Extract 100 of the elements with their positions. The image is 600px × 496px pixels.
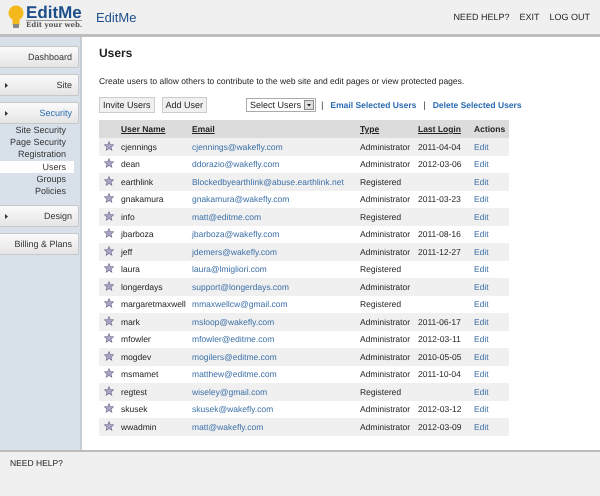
last-login-cell: 2011-10-04 xyxy=(416,366,470,383)
star-icon[interactable] xyxy=(104,158,114,168)
type-cell: Administrator xyxy=(358,348,416,366)
type-cell: Administrator xyxy=(358,243,416,260)
email-link[interactable]: ddorazio@wakefly.com xyxy=(192,159,280,170)
type-cell: Administrator xyxy=(358,418,416,436)
nav-button[interactable]: Billing & Plans xyxy=(0,233,79,256)
star-icon[interactable] xyxy=(104,368,114,378)
type-cell: Registered xyxy=(358,173,416,190)
column-header[interactable]: User Name xyxy=(119,120,190,138)
email-link[interactable]: jbarboza@wakefly.com xyxy=(192,229,280,240)
edit-link[interactable]: Edit xyxy=(474,194,489,204)
page-title: Users xyxy=(99,46,134,60)
nav-subitem[interactable]: Site Security xyxy=(0,124,74,136)
star-icon[interactable] xyxy=(104,298,114,308)
need-help-text[interactable]: NEED HELP? xyxy=(10,458,63,468)
username-cell: wwadmin xyxy=(119,418,190,436)
header-link[interactable]: NEED HELP? xyxy=(453,12,510,22)
email-link[interactable]: laura@lmigliori.com xyxy=(192,264,267,274)
star-icon[interactable] xyxy=(104,350,114,361)
star-icon[interactable] xyxy=(104,420,114,431)
nav-subitem[interactable]: Groups xyxy=(0,172,74,186)
type-cell: Registered xyxy=(358,383,416,400)
nav-button[interactable]: Site xyxy=(0,74,79,96)
star-icon[interactable] xyxy=(104,333,114,344)
select-dropdown[interactable]: Select Users xyxy=(246,98,316,112)
nav-subitem[interactable]: Registration xyxy=(0,148,74,161)
star-icon[interactable] xyxy=(104,140,114,151)
edit-link[interactable]: Edit xyxy=(474,229,489,240)
lightbulb-icon xyxy=(8,5,24,29)
last-login-cell: 2011-04-04 xyxy=(416,138,470,156)
type-cell: Registered xyxy=(358,296,416,313)
nav-subitem[interactable]: Policies xyxy=(0,185,74,198)
last-login-cell: 2011-03-23 xyxy=(416,190,470,208)
star-icon[interactable] xyxy=(104,228,114,238)
email-link[interactable]: mfowler@editme.com xyxy=(192,334,274,344)
last-login-cell: 2012-03-09 xyxy=(416,418,470,436)
column-header[interactable]: Last Login xyxy=(416,120,470,138)
star-icon[interactable] xyxy=(104,403,114,414)
nav-button[interactable]: Design xyxy=(0,205,79,228)
type-cell: Administrator xyxy=(358,313,416,330)
edit-link[interactable]: Edit xyxy=(474,299,489,310)
last-login-cell: 2011-12-27 xyxy=(416,243,470,260)
type-cell: Administrator xyxy=(358,278,416,296)
type-cell: Administrator xyxy=(358,156,416,173)
last-login-cell: 2011-06-17 xyxy=(416,313,470,330)
type-cell: Registered xyxy=(358,260,416,278)
last-login-cell: 2010-05-05 xyxy=(416,348,470,366)
type-cell: Administrator xyxy=(358,226,416,243)
type-cell: Administrator xyxy=(358,190,416,208)
star-icon[interactable] xyxy=(104,316,114,326)
action-button[interactable]: Invite Users xyxy=(99,97,155,113)
action-link[interactable]: Email Selected Users xyxy=(330,100,416,110)
star-icon[interactable] xyxy=(104,263,114,274)
nav-button[interactable]: Dashboard xyxy=(0,46,79,68)
username-cell: earthlink xyxy=(119,173,190,190)
edit-link[interactable]: Edit xyxy=(474,404,489,414)
type-cell: Administrator xyxy=(358,366,416,383)
separator: | xyxy=(423,100,426,110)
edit-link[interactable]: Edit xyxy=(474,334,489,344)
action-button[interactable]: Add User xyxy=(162,97,208,113)
edit-link[interactable]: Edit xyxy=(474,369,489,380)
last-login-cell: 2011-08-16 xyxy=(416,226,470,243)
star-icon[interactable] xyxy=(104,386,114,396)
separator: | xyxy=(321,100,324,110)
header-link[interactable]: LOG OUT xyxy=(549,12,590,22)
nav-subitem[interactable]: Users xyxy=(0,160,74,173)
nav-button[interactable]: Security xyxy=(0,102,79,124)
username-cell: longerdays xyxy=(119,278,190,296)
edit-link[interactable]: Edit xyxy=(474,264,489,274)
column-header[interactable]: Email xyxy=(190,120,358,138)
username-cell: skusek xyxy=(119,400,190,418)
column-header: Actions xyxy=(470,120,509,138)
triangle-icon xyxy=(5,82,8,88)
edit-link[interactable]: Edit xyxy=(474,159,489,170)
type-cell: Administrator xyxy=(358,330,416,348)
page-description: Create users to allow others to contribute to the web site and edit pages or view protected pages. xyxy=(99,76,466,86)
type-cell: Registered xyxy=(358,208,416,226)
nav-subitem[interactable]: Page Security xyxy=(0,136,74,148)
star-icon[interactable] xyxy=(104,193,114,204)
star-icon[interactable] xyxy=(104,176,114,186)
header-link[interactable]: EXIT xyxy=(519,12,540,22)
type-cell: Administrator xyxy=(358,138,416,156)
username-cell: mfowler xyxy=(119,330,190,348)
email-link[interactable]: gnakamura@wakefly.com xyxy=(192,194,290,204)
username-cell: jbarboza xyxy=(119,226,190,243)
action-link[interactable]: Delete Selected Users xyxy=(432,100,522,110)
email-link[interactable]: skusek@wakefly.com xyxy=(192,404,274,414)
last-login-cell: 2012-03-06 xyxy=(416,156,470,173)
username-cell: cjennings xyxy=(119,138,190,156)
star-icon[interactable] xyxy=(104,246,114,256)
email-link[interactable]: matthew@editme.com xyxy=(192,369,277,380)
username-cell: mogdev xyxy=(119,348,190,366)
star-icon[interactable] xyxy=(104,280,114,291)
logo-name: EditMe xyxy=(26,5,82,20)
email-link[interactable]: mmaxwellcw@gmail.com xyxy=(192,299,288,310)
type-cell: Administrator xyxy=(358,400,416,418)
column-header[interactable]: Type xyxy=(358,120,416,138)
star-icon[interactable] xyxy=(104,210,114,221)
username-cell: laura xyxy=(119,260,190,278)
